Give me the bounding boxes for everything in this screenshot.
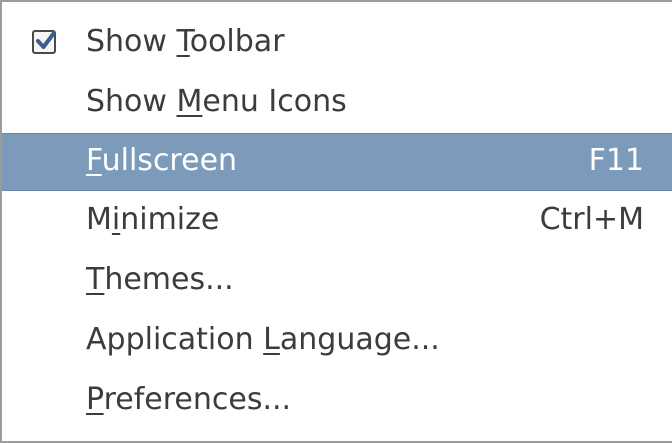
- mnemonic-letter: L: [263, 322, 280, 357]
- view-menu: Show Toolbar Show Menu Icons Fullscreen …: [0, 0, 672, 443]
- menu-item-label: Show Menu Icons: [86, 84, 347, 119]
- menu-item-show-menu-icons[interactable]: Show Menu Icons: [2, 74, 672, 132]
- menu-item-show-toolbar[interactable]: Show Toolbar: [2, 14, 672, 72]
- menu-item-themes[interactable]: Themes...: [2, 252, 672, 310]
- menu-item-label: Application Language...: [86, 322, 440, 357]
- menu-item-application-language[interactable]: Application Language...: [2, 312, 672, 370]
- menu-item-fullscreen[interactable]: Fullscreen F11: [2, 133, 672, 191]
- checkbox-show-toolbar[interactable]: [32, 30, 56, 54]
- menu-item-label: Show Toolbar: [86, 24, 285, 59]
- menu-item-preferences[interactable]: Preferences...: [2, 372, 672, 430]
- menu-item-label: Themes...: [86, 262, 234, 297]
- mnemonic-letter: i: [111, 202, 121, 237]
- mnemonic-letter: T: [86, 262, 105, 297]
- mnemonic-letter: T: [176, 24, 190, 59]
- menu-item-label: Preferences...: [86, 382, 292, 417]
- mnemonic-letter: M: [176, 84, 203, 119]
- shortcut-fullscreen: F11: [588, 143, 644, 178]
- menu-item-label: Fullscreen: [86, 143, 238, 178]
- shortcut-minimize: Ctrl+M: [539, 202, 644, 237]
- checkmark-icon: [36, 31, 56, 49]
- mnemonic-letter: F: [86, 143, 102, 178]
- menu-item-label: Minimize: [86, 202, 220, 237]
- mnemonic-letter: P: [86, 382, 104, 417]
- menu-item-minimize[interactable]: Minimize Ctrl+M: [2, 192, 672, 250]
